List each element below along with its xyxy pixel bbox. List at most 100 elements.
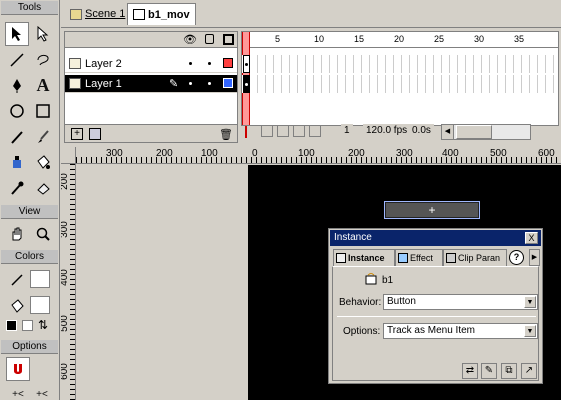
ruler-label: 500 — [490, 148, 507, 159]
pencil-icon[interactable] — [5, 125, 29, 149]
tab-label: Effect — [410, 253, 433, 263]
center-frame-icon[interactable] — [245, 126, 247, 138]
layer-icon — [69, 58, 81, 69]
symbol-label: b1_mov — [148, 8, 190, 21]
chevron-down-icon[interactable]: ▼ — [524, 325, 536, 337]
button-symbol-icon — [133, 9, 145, 20]
frame-number: 25 — [434, 34, 445, 44]
layer-row-1[interactable]: Layer 1 ✎ — [65, 75, 237, 93]
layer-toolbar: + 🗑 — [65, 124, 237, 142]
fill-color-swatch[interactable] — [30, 296, 50, 314]
ruler-label: 600 — [61, 363, 70, 380]
ruler-label: 500 — [61, 315, 70, 332]
swap-symbol-icon[interactable]: ⇄ — [462, 363, 478, 379]
edit-symbol-icon[interactable]: ↗ — [521, 363, 537, 379]
symbol-name: b1 — [382, 275, 394, 286]
onion-skin-icon[interactable] — [261, 125, 273, 137]
frame-number: 5 — [275, 34, 281, 44]
layer-row-2[interactable]: Layer 2 — [65, 55, 237, 73]
scroll-thumb[interactable] — [456, 125, 492, 139]
lock-icon[interactable] — [205, 34, 214, 44]
add-guide-layer-icon[interactable] — [89, 128, 101, 140]
text-icon[interactable]: A — [31, 73, 55, 97]
outline-icon[interactable] — [223, 34, 234, 45]
layer-icon — [69, 78, 81, 89]
onion-outline-icon[interactable] — [277, 125, 289, 137]
eraser-icon[interactable] — [31, 176, 55, 200]
ruler-label: 0 — [252, 148, 258, 159]
timeline-hscrollbar[interactable]: ◀ — [441, 124, 531, 140]
layer-name: Layer 2 — [85, 57, 122, 70]
behavior-select[interactable]: Button ▼ — [383, 294, 538, 310]
eye-icon[interactable]: 👁 — [183, 33, 197, 46]
vertical-ruler: 200 300 400 500 600 — [61, 164, 76, 400]
paint-bucket-icon[interactable] — [31, 150, 55, 174]
edit-actions-icon[interactable]: ✎ — [481, 363, 497, 379]
divider — [337, 316, 536, 317]
help-icon[interactable]: ? — [509, 250, 524, 265]
button-instance[interactable]: + — [384, 201, 480, 219]
stroke-color-icon[interactable] — [5, 268, 29, 292]
duplicate-symbol-icon[interactable]: ⧉ — [501, 363, 517, 379]
fill-color-icon[interactable] — [5, 294, 29, 318]
options-label: Options: — [343, 326, 381, 337]
no-color-icon[interactable] — [22, 320, 33, 331]
insert-layer-icon[interactable]: + — [71, 128, 83, 140]
ink-bottle-icon[interactable] — [5, 150, 29, 174]
ruler-ticks — [76, 157, 561, 163]
ruler-label: 400 — [442, 148, 459, 159]
lasso-icon[interactable] — [31, 48, 55, 72]
frame-grid: 1 5 10 15 20 25 30 35 — [241, 31, 559, 126]
outline-color-swatch[interactable] — [223, 78, 233, 88]
hand-icon[interactable] — [5, 222, 29, 246]
magnet-icon[interactable] — [6, 357, 30, 381]
chevron-down-icon[interactable]: ▼ — [524, 296, 536, 308]
close-button[interactable]: X — [525, 232, 538, 244]
rectangle-icon[interactable] — [31, 99, 55, 123]
lock-dot[interactable] — [208, 62, 211, 65]
tab-effect[interactable]: Effect — [395, 249, 443, 266]
lock-dot[interactable] — [208, 82, 211, 85]
tab-clip-parameters[interactable]: Clip Paran — [443, 249, 507, 266]
tab-instance[interactable]: Instance — [333, 249, 395, 266]
default-colors-icon[interactable] — [6, 320, 17, 331]
swap-colors-icon[interactable]: ⇅ — [38, 318, 48, 332]
scroll-left-icon[interactable]: ◀ — [442, 125, 454, 139]
eyedropper-icon[interactable] — [5, 176, 29, 200]
ruler-label: 100 — [298, 148, 315, 159]
frame-row-layer-1[interactable] — [242, 75, 558, 93]
brush-icon[interactable] — [31, 125, 55, 149]
outline-color-swatch[interactable] — [223, 58, 233, 68]
smooth-icon[interactable]: +< — [6, 382, 30, 400]
stroke-color-swatch[interactable] — [30, 270, 50, 288]
tab-scroll-right-icon[interactable]: ▶ — [529, 249, 540, 266]
timeline: 👁 Layer 2 Layer 1 ✎ + 🗑 1 5 — [61, 28, 561, 144]
oval-icon[interactable] — [5, 99, 29, 123]
arrow-icon[interactable] — [5, 22, 29, 46]
ruler-label: 300 — [61, 221, 70, 238]
options-select[interactable]: Track as Menu Item ▼ — [383, 323, 538, 339]
visibility-dot[interactable] — [189, 62, 192, 65]
tools-panel: Tools A View Colors ⇅ Options +< +< — [0, 0, 60, 400]
frame-row-layer-2[interactable] — [242, 55, 558, 73]
edit-multiple-icon[interactable] — [293, 125, 305, 137]
zoom-icon[interactable] — [31, 222, 55, 246]
straighten-icon[interactable]: +< — [30, 382, 54, 400]
scene-tab[interactable]: Scene 1 — [65, 3, 130, 25]
layer-name: Layer 1 — [85, 77, 122, 90]
instance-panel: Instance X Instance Effect Clip Paran ? … — [328, 228, 543, 384]
subselect-icon[interactable] — [31, 22, 55, 46]
symbol-tab[interactable]: b1_mov — [127, 3, 196, 25]
symbol-type-icon — [365, 272, 379, 285]
instance-panel-titlebar[interactable]: Instance X — [330, 230, 541, 246]
film-icon — [70, 8, 82, 20]
trash-icon[interactable]: 🗑 — [219, 128, 233, 141]
pen-icon[interactable] — [5, 73, 29, 97]
tab-label: Clip Paran — [458, 253, 501, 263]
visibility-dot[interactable] — [189, 82, 192, 85]
frame-number: 15 — [354, 34, 365, 44]
line-icon[interactable] — [5, 48, 29, 72]
scene-label: Scene 1 — [85, 8, 126, 20]
modify-markers-icon[interactable] — [309, 125, 321, 137]
ruler-label: 200 — [61, 173, 70, 190]
